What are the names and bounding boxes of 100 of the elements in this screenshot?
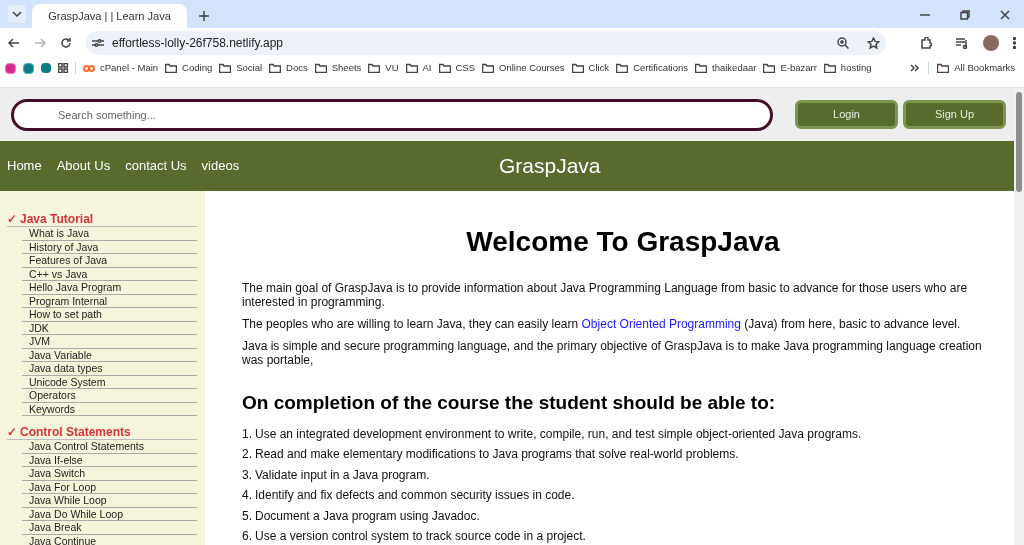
section-heading[interactable]: Java Tutorial: [20, 209, 94, 228]
sidebar-link[interactable]: JVM: [22, 336, 50, 347]
sidebar-link[interactable]: Java Variable: [22, 349, 92, 360]
folder-icon: [405, 63, 418, 73]
new-tab-icon[interactable]: [199, 11, 209, 21]
bookmark[interactable]: Social: [219, 60, 263, 76]
sidebar-link[interactable]: C++ vs Java: [22, 268, 88, 279]
nav-link[interactable]: Home: [7, 156, 42, 176]
list-item-text: Validate input in a Java program.: [255, 466, 430, 484]
sidebar-link[interactable]: Java For Loop: [22, 481, 97, 492]
list-number: 5.: [242, 507, 253, 525]
folder-icon: [314, 63, 327, 73]
bookmark[interactable]: Click: [571, 60, 610, 76]
sidebar-link[interactable]: Hello Java Program: [22, 282, 122, 293]
extensions-icon[interactable]: [920, 37, 932, 49]
sidebar-link[interactable]: How to set path: [22, 309, 102, 320]
sidebar-link[interactable]: Java Break: [22, 522, 82, 533]
app-icon[interactable]: [41, 63, 51, 73]
search-field[interactable]: Search something...: [11, 98, 773, 131]
browser-tab[interactable]: GraspJava | | Learn Java: [32, 4, 187, 28]
sidebar-link[interactable]: Java While Loop: [22, 495, 107, 506]
sidebar-link[interactable]: Features of Java: [22, 255, 108, 266]
address-bar[interactable]: effortless-lolly-26f758.netlify.app: [86, 31, 886, 55]
bookmark[interactable]: VU: [368, 60, 399, 76]
bookmark[interactable]: thaikedaar: [695, 60, 757, 76]
bookmark[interactable]: CSS: [438, 60, 476, 76]
sidebar-link[interactable]: Keywords: [22, 403, 76, 414]
back-icon[interactable]: [8, 38, 20, 48]
folder-icon: [823, 63, 836, 73]
sidebar-link[interactable]: What is Java: [22, 228, 90, 239]
section-heading[interactable]: Control Statements: [20, 422, 131, 441]
bookmark[interactable]: All Bookmarks: [937, 60, 1015, 76]
star-icon[interactable]: [867, 36, 880, 50]
restore-icon[interactable]: [960, 10, 970, 20]
folder-icon: [763, 63, 776, 73]
list-item-text: Read and make elementary modifications to Java programs that solve real-world problems.: [255, 446, 739, 464]
inline-link[interactable]: Object Oriented Programming: [581, 317, 741, 331]
sidebar-link[interactable]: Java data types: [22, 363, 103, 374]
app-icon[interactable]: [5, 62, 16, 74]
folder-icon: [269, 63, 282, 73]
bookmark[interactable]: Certifications: [616, 60, 689, 76]
folder-icon: [616, 63, 629, 73]
check-mark: ✓: [7, 210, 17, 228]
list-number: 1.: [242, 425, 253, 443]
scrollbar-thumb[interactable]: [1016, 92, 1022, 192]
check-mark: ✓: [7, 423, 17, 441]
sidebar-link[interactable]: Java If-else: [22, 454, 83, 465]
url-text: effortless-lolly-26f758.netlify.app: [112, 35, 284, 52]
sidebar-link[interactable]: Java Switch: [22, 468, 86, 479]
folder-icon: [438, 63, 451, 73]
media-icon[interactable]: [956, 37, 969, 49]
nav-button[interactable]: Login: [795, 100, 898, 129]
paragraph: The main goal of GraspJava is to provide information about Java Programming Language from basic to advance for those users who are interested in programming.: [242, 281, 969, 309]
folder-icon: [165, 63, 178, 73]
sidebar-link[interactable]: Unicode System: [22, 376, 106, 387]
apps-grid-icon[interactable]: [58, 63, 68, 73]
more-icon[interactable]: [1013, 37, 1016, 49]
zoom-icon[interactable]: [837, 37, 849, 49]
folder-icon: [571, 63, 584, 73]
bookmark[interactable]: Sheets: [314, 60, 362, 76]
list-number: 3.: [242, 466, 253, 484]
bookmark[interactable]: Coding: [165, 60, 213, 76]
bookmark[interactable]: AI: [405, 60, 432, 76]
bookmark[interactable]: Online Courses: [482, 60, 565, 76]
bookmark[interactable]: E-bazarr: [763, 60, 817, 76]
list-item-text: Identify and fix defects and common security issues in code.: [255, 487, 575, 505]
folder-icon: [219, 63, 232, 73]
site-settings-icon[interactable]: [92, 38, 104, 48]
sidebar-link[interactable]: Program Internal: [22, 295, 108, 306]
bookmark[interactable]: Docs: [269, 60, 308, 76]
page-title: Welcome To GraspJava: [465, 225, 781, 259]
caret-icon[interactable]: [12, 11, 22, 17]
section-title: On completion of the course the student should be able to:: [242, 391, 777, 415]
sidebar-link[interactable]: Java Control Statements: [22, 441, 144, 452]
cpanel-logo-icon: [83, 63, 95, 73]
list-item-text: Use a version control system to track source code in a project.: [255, 528, 586, 545]
nav-link[interactable]: videos: [201, 156, 240, 176]
paragraph: Java is simple and secure programming language, and the primary objective of GraspJava is to make Java programming language creation was portable,: [242, 339, 983, 367]
app-icon[interactable]: [23, 62, 34, 74]
folder-icon: [937, 63, 950, 73]
list-number: 2.: [242, 446, 253, 464]
sidebar-link[interactable]: Java Do While Loop: [22, 508, 123, 519]
close-icon[interactable]: [1000, 10, 1010, 20]
bookmark[interactable]: hosting: [823, 60, 872, 76]
reload-icon[interactable]: [60, 37, 72, 49]
list-number: 6.: [242, 528, 253, 545]
sidebar-link[interactable]: History of Java: [22, 241, 99, 252]
nav-button[interactable]: Sign Up: [903, 100, 1006, 129]
site-brand[interactable]: GraspJava: [499, 150, 601, 182]
sidebar-link[interactable]: Java Continue: [22, 535, 97, 545]
sidebar-link[interactable]: JDK: [22, 322, 49, 333]
bookmark[interactable]: cPanel - Main: [83, 60, 159, 76]
avatar-icon[interactable]: [983, 35, 999, 51]
list-item-text: Use an integrated development environment to write, compile, run, and test simple object-oriented Java programs.: [255, 425, 862, 443]
chevrons-icon[interactable]: [910, 64, 921, 72]
sidebar-link[interactable]: Operators: [22, 390, 76, 401]
nav-link[interactable]: contact Us: [125, 156, 187, 176]
paragraph: The peoples who are willing to learn Java, they can easily learn Object Oriented Programming (Java) from here, basic to advance level.: [242, 317, 962, 331]
nav-link[interactable]: About Us: [56, 156, 111, 176]
folder-icon: [368, 63, 381, 73]
